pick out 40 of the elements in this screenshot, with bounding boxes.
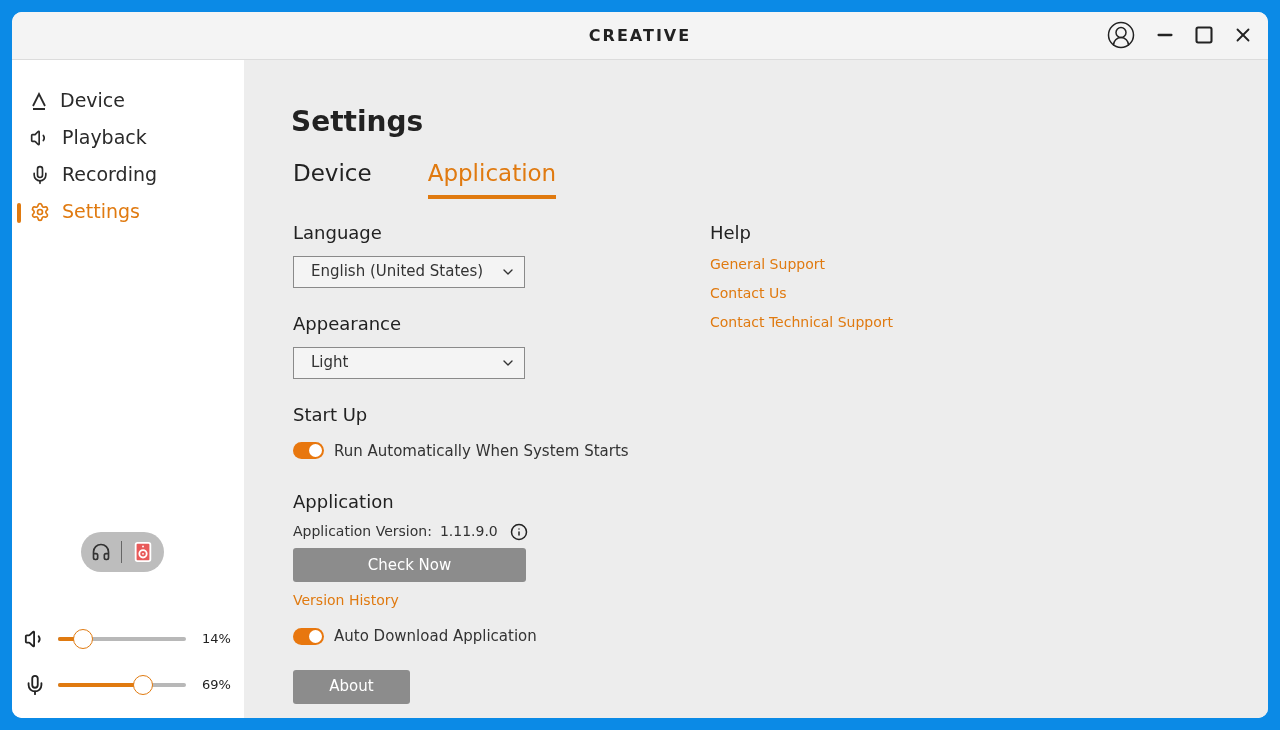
maximize-icon[interactable] <box>1194 25 1214 45</box>
sidebar-item[interactable]: Settings <box>12 193 244 230</box>
section-label: Help <box>710 220 753 245</box>
section-label: Start Up <box>293 402 369 427</box>
section-label: Appearance <box>293 311 403 336</box>
help-link[interactable]: Contact Technical Support <box>710 307 893 337</box>
slider[interactable] <box>58 629 186 649</box>
version-label: Application Version: <box>293 522 432 541</box>
slider[interactable] <box>58 675 186 695</box>
tab[interactable]: Application <box>427 156 557 199</box>
user-icon[interactable] <box>1106 20 1136 50</box>
dropdown[interactable]: Light <box>293 346 525 379</box>
settings-icon <box>30 201 50 222</box>
about-button[interactable]: About <box>293 669 410 704</box>
version-history-link[interactable]: Version History <box>293 590 399 611</box>
toggle-label: Auto Download Application <box>334 626 537 647</box>
check-now-button[interactable]: Check Now <box>293 548 526 582</box>
info-icon[interactable] <box>509 522 528 541</box>
slider-value: 14% <box>202 630 231 649</box>
dropdown[interactable]: English (United States) <box>293 255 525 288</box>
toggle-label: Run Automatically When System Starts <box>334 440 629 462</box>
section-label: Application <box>293 490 395 514</box>
headphones-icon[interactable] <box>90 542 111 562</box>
slider-value: 69% <box>202 676 231 695</box>
sidebar-item[interactable]: Device <box>12 82 244 119</box>
triangle-icon <box>30 91 48 110</box>
sidebar-item[interactable]: Recording <box>12 156 244 193</box>
sidebar-item[interactable]: Playback <box>12 119 244 156</box>
slider-thumb[interactable] <box>73 629 94 649</box>
logo: CREATIVE <box>588 24 692 47</box>
help-link[interactable]: Contact Us <box>710 278 893 308</box>
help-link[interactable]: General Support <box>710 249 893 279</box>
page-title: Settings <box>291 104 425 140</box>
slider-thumb[interactable] <box>132 675 153 695</box>
section-label: Language <box>293 220 383 245</box>
microphone-icon <box>30 164 50 185</box>
tab[interactable]: Device <box>293 156 372 199</box>
toggle-switch[interactable] <box>293 442 324 460</box>
toggle-switch[interactable] <box>293 627 324 645</box>
version-number: 1.11.9.0 <box>439 522 498 541</box>
